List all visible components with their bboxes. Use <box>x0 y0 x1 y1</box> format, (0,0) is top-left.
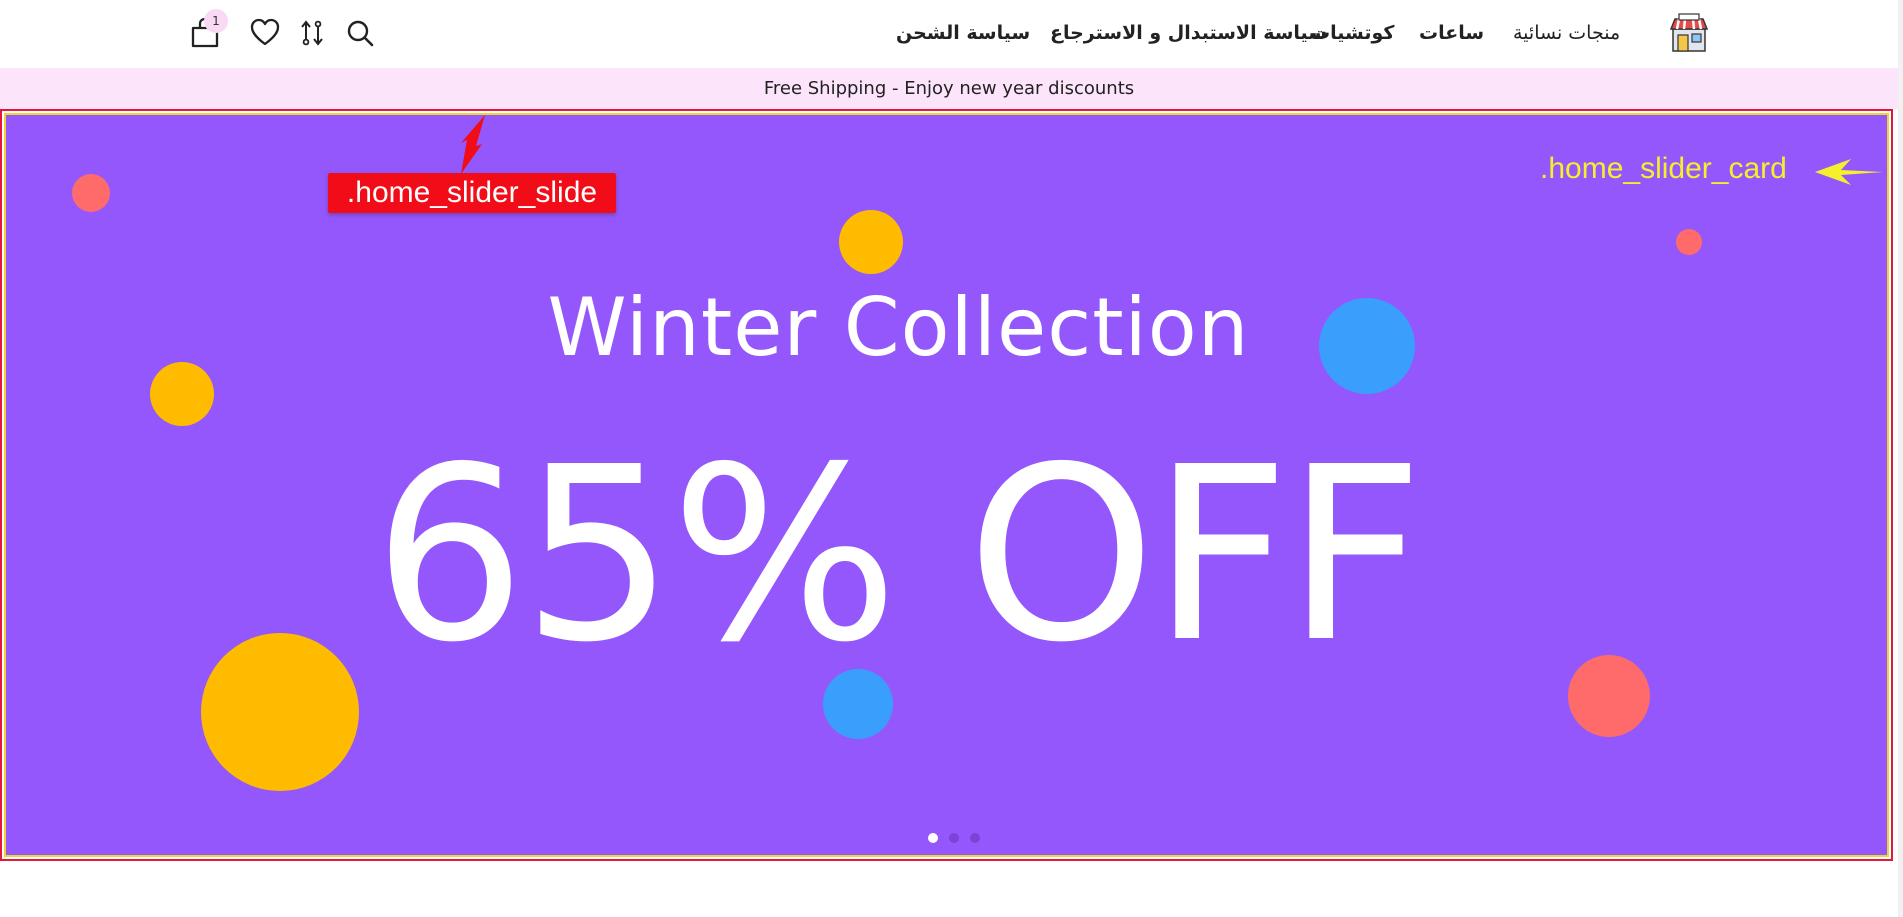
nav-item-return-policy[interactable]: سياسة الاستبدال و الاسترجاع <box>1050 22 1327 44</box>
home-slider-card: Winter Collection 65% OFF <box>0 109 1893 861</box>
slider-page-dot[interactable] <box>970 833 980 843</box>
compare-icon[interactable] <box>296 17 328 49</box>
nav-item-women-products[interactable]: منجات نسائية <box>1513 22 1620 44</box>
slider-pagination <box>928 833 980 843</box>
slide-offer: 65% OFF <box>373 415 1424 695</box>
nav-item-shipping-policy[interactable]: سياسة الشحن <box>896 22 1030 44</box>
site-header: منجات نسائية ساعات كوتشيات سياسة الاستبد… <box>0 0 1903 69</box>
heart-icon[interactable] <box>249 17 281 49</box>
decor-dot <box>839 210 903 274</box>
card-annotation-label: .home_slider_card <box>1540 152 1787 185</box>
yellow-arrow-icon <box>1815 159 1883 185</box>
search-icon[interactable] <box>344 17 376 49</box>
decor-dot <box>72 174 110 212</box>
nav-item-watches[interactable]: ساعات <box>1419 22 1484 44</box>
slider-page-dot[interactable] <box>928 833 938 843</box>
home-slider-slide[interactable]: Winter Collection 65% OFF <box>4 113 1889 857</box>
red-arrow-icon <box>461 115 485 174</box>
announcement-bar: Free Shipping - Enjoy new year discounts <box>0 68 1898 109</box>
page-scrollbar[interactable] <box>1898 0 1903 917</box>
slider-page-dot[interactable] <box>949 833 959 843</box>
announcement-text: Free Shipping - Enjoy new year discounts <box>763 78 1135 99</box>
store-logo-icon[interactable] <box>1668 13 1710 55</box>
cart-count-badge: 1 <box>204 9 228 33</box>
slide-title: Winter Collection <box>547 281 1250 374</box>
decor-dot <box>1676 229 1702 255</box>
slide-annotation-label: .home_slider_slide <box>328 173 616 213</box>
